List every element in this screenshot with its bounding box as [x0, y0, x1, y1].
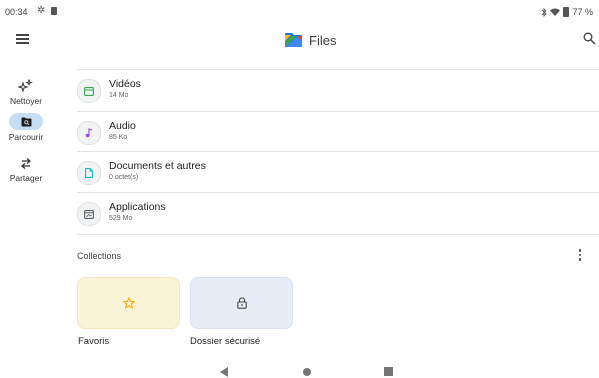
battery-percent: 77 % [572, 7, 593, 17]
category-documents[interactable]: Documents et autres 0 octet(s) [77, 153, 599, 193]
row-subtitle: 0 octet(s) [109, 174, 139, 181]
menu-button[interactable] [16, 33, 30, 45]
more-vert-icon [578, 249, 581, 252]
hamburger-line [16, 42, 29, 44]
divider [77, 192, 599, 193]
rail-item-partager[interactable]: Partager [0, 155, 52, 183]
document-icon [85, 168, 93, 178]
favorites-label[interactable]: Favoris [78, 336, 109, 347]
row-title: Applications [109, 201, 166, 213]
category-audio[interactable]: Audio 85 Ko [77, 113, 599, 153]
battery-icon [563, 7, 570, 17]
rail-label-parcourir: Parcourir [8, 132, 44, 142]
divider [77, 111, 599, 112]
app-title: Files [284, 32, 336, 48]
files-logo-icon [285, 33, 302, 47]
more-vert-dot [578, 258, 581, 261]
rail-item-nettoyer[interactable]: Nettoyer [0, 78, 52, 106]
search-icon [583, 32, 596, 45]
sd-card-icon [51, 7, 57, 15]
secure-folder-label[interactable]: Dossier sécurisé [190, 336, 260, 347]
search-button[interactable] [583, 32, 597, 46]
favorites-card[interactable] [77, 277, 180, 329]
hamburger-line [16, 38, 29, 40]
app-title-text: Files [309, 32, 337, 48]
active-indicator [9, 113, 43, 130]
more-options-button[interactable] [576, 248, 584, 262]
divider [77, 69, 599, 70]
more-vert-dot [578, 253, 581, 256]
divider [77, 234, 599, 235]
row-title: Documents et autres [109, 160, 206, 172]
row-icon-container [77, 202, 101, 226]
bluetooth-icon [542, 7, 548, 17]
apps-icon [84, 209, 94, 219]
status-time: 00:34 [5, 7, 28, 17]
status-bar: 00:34 ✲ 77 % [0, 0, 599, 22]
browse-icon [21, 117, 31, 126]
sparkle-icon [18, 79, 33, 93]
files-app-screen: 00:34 ✲ 77 % Files Nettoyer Parcourir Pa… [0, 0, 599, 378]
row-subtitle: 85 Ko [109, 134, 128, 141]
nav-home-button[interactable] [303, 368, 311, 376]
video-icon [84, 86, 94, 96]
collections-title: Collections [77, 251, 122, 261]
category-applications[interactable]: Applications 529 Mo [77, 194, 599, 234]
lock-icon [236, 297, 247, 309]
hamburger-icon [16, 34, 29, 36]
nav-recents-button[interactable] [384, 367, 393, 376]
row-icon-container [77, 79, 101, 103]
row-title: Vidéos [109, 78, 141, 90]
row-subtitle: 14 Mo [109, 92, 129, 99]
star-icon [122, 297, 135, 309]
share-arrows-icon [21, 157, 31, 169]
settings-notification-icon: ✲ [37, 5, 46, 16]
row-subtitle: 529 Mo [109, 215, 133, 222]
secure-folder-card[interactable] [190, 277, 293, 329]
row-icon-container [77, 161, 101, 185]
rail-label-partager: Partager [9, 173, 43, 183]
music-note-icon [85, 128, 93, 138]
divider [77, 151, 599, 152]
nav-back-button[interactable] [220, 367, 228, 377]
rail-item-parcourir[interactable]: Parcourir [0, 113, 52, 142]
rail-label-nettoyer: Nettoyer [9, 96, 43, 106]
wifi-icon [550, 8, 561, 16]
category-videos[interactable]: Vidéos 14 Mo [77, 71, 599, 111]
row-title: Audio [109, 120, 136, 132]
row-icon-container [77, 121, 101, 145]
status-right: 77 % [541, 7, 593, 17]
